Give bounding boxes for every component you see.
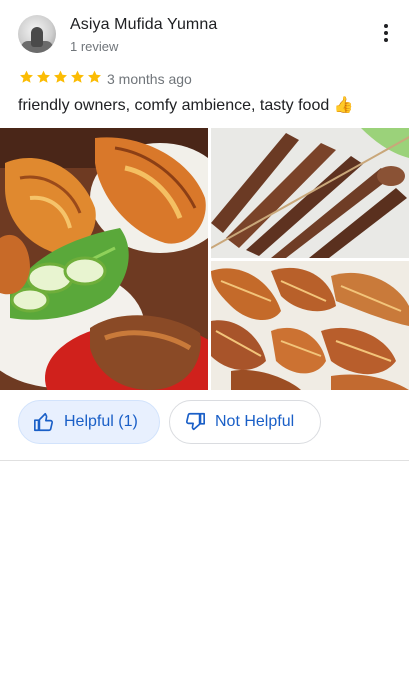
divider: [0, 460, 409, 461]
reviewer-review-count: 1 review: [70, 39, 119, 54]
more-options-icon[interactable]: [375, 20, 397, 46]
helpful-label: Helpful (1): [64, 413, 138, 430]
review-text: friendly owners, comfy ambience, tasty f…: [18, 97, 354, 114]
meat-skewers-photo[interactable]: [211, 128, 409, 258]
reviewer-name[interactable]: Asiya Mufida Yumna: [70, 16, 217, 34]
star-icon: [20, 70, 33, 83]
review-date: 3 months ago: [107, 71, 192, 87]
not-helpful-button[interactable]: Not Helpful: [169, 400, 321, 444]
reviewer-avatar[interactable]: [18, 15, 56, 53]
grilled-lobster-photo[interactable]: [0, 128, 208, 390]
star-icon: [37, 70, 50, 83]
thumbs-up-icon: [34, 412, 54, 432]
star-icon: [71, 70, 84, 83]
review-photos: [0, 128, 409, 390]
star-icon: [88, 70, 101, 83]
grilled-prawns-photo[interactable]: [211, 261, 409, 390]
star-icon: [54, 70, 67, 83]
star-rating: [18, 69, 103, 85]
avatar-figure: [31, 27, 43, 47]
thumbs-down-icon: [185, 412, 205, 431]
not-helpful-label: Not Helpful: [215, 413, 295, 430]
helpful-button[interactable]: Helpful (1): [18, 400, 160, 444]
